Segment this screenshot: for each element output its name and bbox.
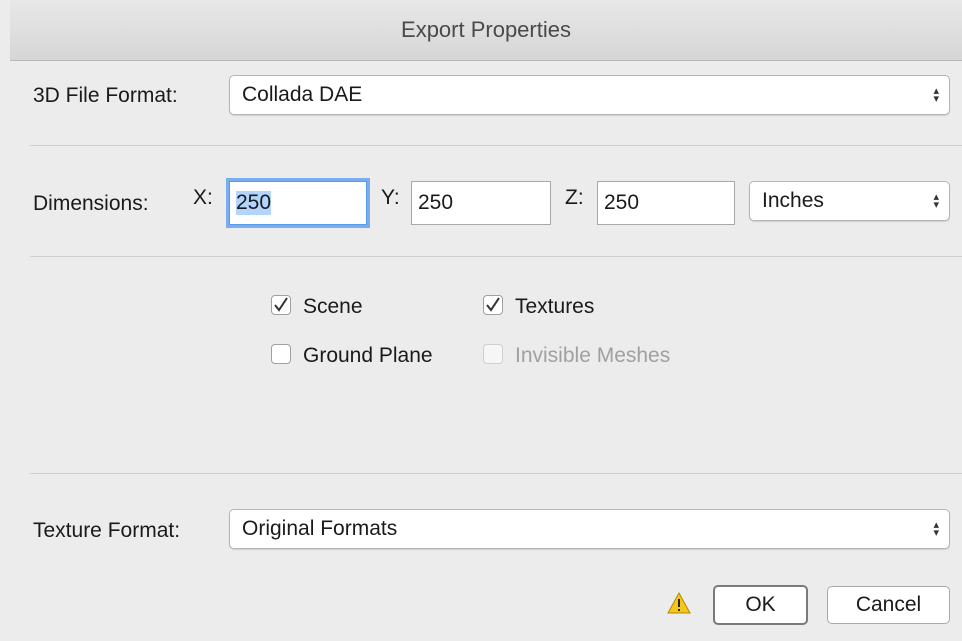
window-edge (0, 0, 10, 641)
z-input[interactable]: 250 (597, 181, 735, 225)
separator (30, 145, 962, 146)
scene-checkbox[interactable] (271, 295, 291, 315)
x-label: X: (193, 186, 213, 209)
scene-label[interactable]: Scene (303, 295, 363, 319)
units-value: Inches (762, 189, 824, 212)
invisible-meshes-label: Invisible Meshes (515, 344, 671, 367)
dimensions-label: Dimensions: (33, 192, 149, 215)
updown-chevron-icon: ▴ ▾ (933, 519, 939, 539)
ground-plane-label[interactable]: Ground Plane (303, 344, 433, 368)
separator (30, 473, 962, 474)
y-label: Y: (381, 186, 400, 209)
checkmark-icon (274, 297, 288, 312)
file-format-value: Collada DAE (242, 83, 363, 106)
cancel-button[interactable]: Cancel (827, 586, 950, 624)
title-bar: Export Properties (10, 0, 962, 61)
file-format-select[interactable]: Collada DAE ▴ ▾ (229, 75, 950, 115)
texture-format-select[interactable]: Original Formats ▴ ▾ (229, 509, 950, 549)
checkmark-icon (486, 297, 500, 312)
texture-format-label: Texture Format: (33, 519, 181, 542)
units-select[interactable]: Inches ▴ ▾ (749, 181, 950, 221)
x-value: 250 (236, 191, 272, 215)
y-value: 250 (418, 191, 454, 214)
z-label: Z: (565, 186, 584, 209)
export-properties-dialog: Export Properties 3D File Format: Collad… (0, 0, 962, 641)
y-input[interactable]: 250 (411, 181, 551, 225)
z-value: 250 (604, 191, 640, 214)
texture-format-value: Original Formats (242, 517, 398, 540)
invisible-meshes-checkbox (483, 344, 503, 364)
window-title: Export Properties (401, 17, 571, 42)
ground-plane-checkbox[interactable] (271, 344, 291, 364)
file-format-label: 3D File Format: (33, 84, 178, 107)
ok-button[interactable]: OK (713, 585, 808, 625)
textures-checkbox[interactable] (483, 295, 503, 315)
warning-icon (667, 592, 691, 614)
updown-chevron-icon: ▴ ▾ (933, 191, 939, 211)
x-input[interactable]: 250 (229, 181, 367, 225)
separator (30, 256, 962, 257)
textures-label[interactable]: Textures (515, 295, 594, 319)
updown-chevron-icon: ▴ ▾ (933, 85, 939, 105)
